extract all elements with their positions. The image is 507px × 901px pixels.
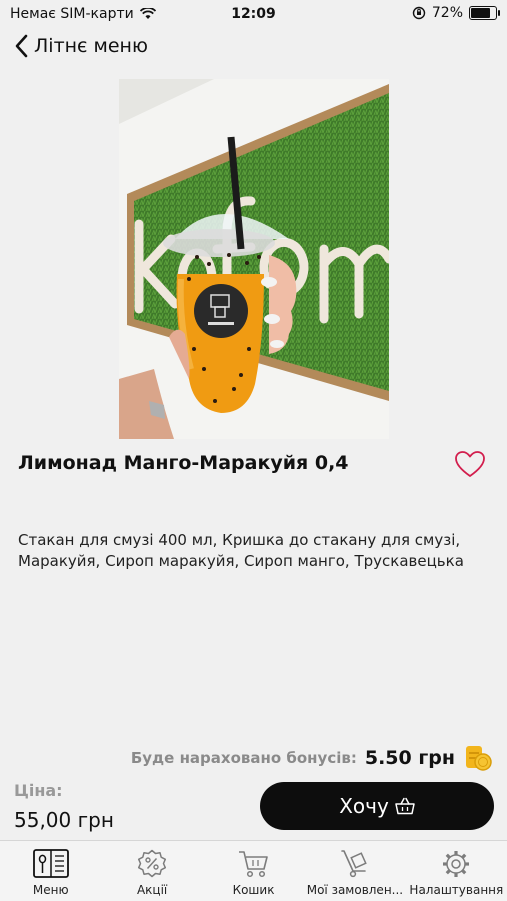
percent-badge-icon: [138, 849, 167, 878]
cart-icon: [238, 851, 268, 878]
battery-icon: [469, 6, 500, 20]
favorite-button[interactable]: [454, 450, 486, 482]
tab-promotions[interactable]: Акції: [101, 841, 202, 901]
nav-bar: Літнє меню: [0, 34, 507, 70]
chevron-left-icon: [15, 34, 28, 58]
tab-menu[interactable]: Меню: [0, 841, 101, 901]
battery-percent: 72%: [431, 5, 463, 21]
bonus-value: 5.50 грн: [364, 747, 455, 769]
product-photo: [119, 79, 389, 439]
product-title-row: Лимонад Манго-Маракуйя 0,4: [18, 451, 488, 477]
bonus-row: Буде нараховано бонусів: 5.50 грн: [131, 744, 493, 772]
tab-label: Меню: [32, 883, 69, 897]
want-button[interactable]: Хочу: [260, 782, 494, 830]
want-button-label: Хочу: [339, 794, 389, 818]
tab-cart[interactable]: Кошик: [203, 841, 304, 901]
back-label: Літнє меню: [34, 35, 148, 57]
tab-label: Кошик: [232, 883, 275, 897]
price-block: Ціна: 55,00 грн: [14, 781, 114, 832]
status-right: 72%: [412, 5, 500, 21]
heart-icon: [455, 451, 485, 477]
orientation-lock-icon: [412, 6, 426, 20]
status-bar: Немає SIM-карти 12:09 72%: [0, 0, 507, 28]
price-value: 55,00 грн: [14, 808, 114, 832]
tab-bar: Меню Акції Кошик Мої замовлен... Налашту…: [0, 840, 507, 901]
tab-label: Акції: [136, 883, 168, 897]
tab-orders[interactable]: Мої замовлен...: [304, 841, 405, 901]
tab-label: Мої замовлен...: [306, 883, 404, 897]
product-title: Лимонад Манго-Маракуйя 0,4: [18, 452, 349, 474]
tab-label: Налаштування: [409, 883, 504, 897]
product-description: Стакан для смузі 400 мл, Кришка до стака…: [18, 531, 464, 570]
basket-icon: [395, 797, 415, 815]
coins-icon: [466, 746, 492, 771]
back-button[interactable]: Літнє меню: [14, 34, 148, 58]
hand-truck-icon: [341, 850, 367, 878]
tab-settings[interactable]: Налаштування: [406, 841, 507, 901]
price-label: Ціна:: [14, 781, 63, 800]
battery-fill: [471, 8, 490, 18]
gear-icon: [443, 851, 470, 877]
bonus-label: Буде нараховано бонусів:: [130, 749, 357, 767]
menu-book-icon: [32, 849, 69, 878]
